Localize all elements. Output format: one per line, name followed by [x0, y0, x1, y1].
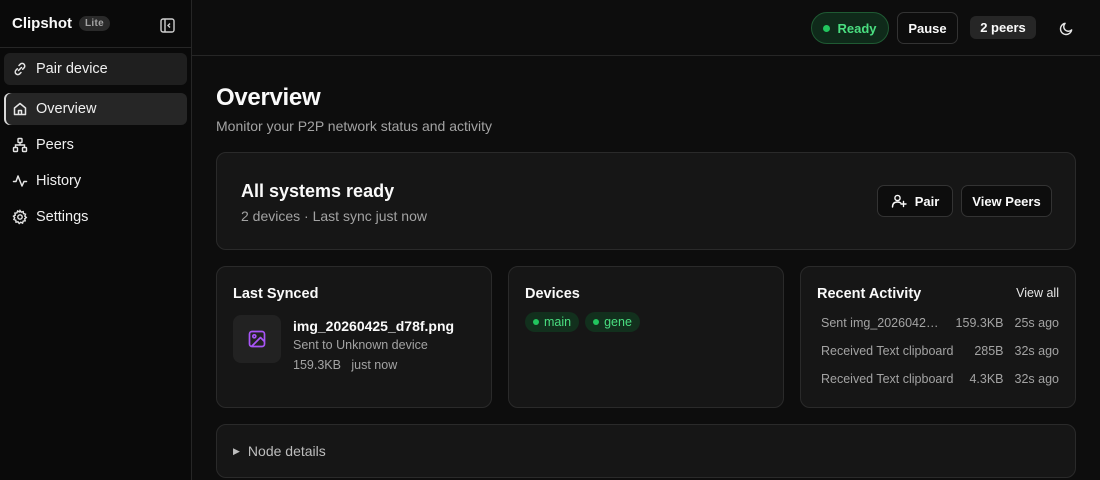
brand-badge: Lite — [79, 16, 110, 31]
node-details-toggle[interactable]: ▶ Node details — [233, 443, 326, 459]
card-title: Devices — [525, 286, 580, 302]
image-file-icon — [233, 315, 281, 363]
activity-row[interactable]: Sent img_20260425_d78f.png 159.3KB 25s a… — [821, 316, 1059, 332]
sidebar-item-settings[interactable]: Settings — [4, 201, 187, 233]
status-title: All systems ready — [241, 181, 395, 201]
devices-card: Devices main gene — [508, 266, 784, 408]
device-list: main gene — [525, 312, 640, 332]
sidebar-item-peers[interactable]: Peers — [4, 129, 187, 161]
device-chip[interactable]: gene — [585, 312, 640, 332]
link-icon — [12, 61, 28, 77]
activity-time: 25s ago — [1014, 316, 1059, 330]
node-details-panel: ▶ Node details — [216, 424, 1076, 478]
gear-icon — [12, 209, 28, 225]
online-dot — [593, 319, 600, 325]
activity-desc: Received Text clipboard — [821, 344, 954, 358]
user-plus-icon — [891, 193, 907, 209]
status-label: Ready — [837, 20, 877, 36]
sidebar-item-label: History — [36, 173, 82, 189]
activity-row[interactable]: Received Text clipboard 285B 32s ago — [821, 344, 1059, 360]
peers-count-badge[interactable]: 2 peers — [970, 16, 1036, 39]
pair-device-button[interactable]: Pair device — [4, 53, 187, 85]
card-title: Recent Activity — [817, 286, 922, 302]
activity-size: 285B — [974, 344, 1004, 358]
file-name: img_20260425_d78f.png — [293, 318, 455, 334]
file-meta: 159.3KB just now — [293, 358, 398, 372]
activity-size: 4.3KB — [969, 372, 1004, 386]
file-destination: Sent to Unknown device — [293, 338, 428, 352]
status-subtitle: 2 devices · Last sync just now — [241, 208, 427, 224]
moon-icon[interactable] — [1056, 18, 1076, 38]
status-badge: Ready — [811, 12, 889, 44]
view-all-link[interactable]: View all — [1016, 286, 1059, 300]
pair-button[interactable]: Pair — [877, 185, 953, 217]
sidebar: Clipshot Lite Pair device Overview Peers… — [0, 0, 192, 480]
online-dot — [533, 319, 539, 325]
sidebar-item-history[interactable]: History — [4, 165, 187, 197]
card-title: Last Synced — [233, 286, 319, 302]
brand-name: Clipshot — [12, 15, 72, 32]
activity-desc: Sent img_20260425_d78f.png — [821, 316, 943, 330]
pair-button-label: Pair — [914, 193, 940, 209]
activity-icon — [12, 173, 28, 189]
sidebar-item-label: Peers — [36, 137, 74, 153]
status-card: All systems ready 2 devices · Last sync … — [216, 152, 1076, 250]
activity-size: 159.3KB — [955, 316, 1004, 330]
device-name: gene — [604, 315, 632, 329]
activity-time: 32s ago — [1014, 372, 1059, 386]
device-name: main — [544, 315, 572, 329]
activity-desc: Received Text clipboard — [821, 372, 954, 386]
sidebar-item-overview[interactable]: Overview — [4, 93, 187, 125]
recent-activity-card: Recent Activity View all Sent img_202604… — [800, 266, 1076, 408]
activity-row[interactable]: Received Text clipboard 4.3KB 32s ago — [821, 372, 1059, 388]
home-icon — [12, 101, 28, 117]
node-details-label: Node details — [247, 443, 326, 459]
pause-button[interactable]: Pause — [897, 12, 958, 44]
collapse-sidebar-icon[interactable] — [158, 16, 176, 34]
sidebar-item-label: Overview — [36, 101, 97, 117]
pair-device-label: Pair device — [36, 61, 108, 77]
last-synced-card: Last Synced img_20260425_d78f.png Sent t… — [216, 266, 492, 408]
status-dot — [823, 24, 831, 32]
view-peers-button[interactable]: View Peers — [961, 185, 1052, 217]
topbar — [192, 0, 1100, 56]
caret-right-icon: ▶ — [233, 445, 240, 456]
network-icon — [12, 137, 28, 153]
page-subtitle: Monitor your P2P network status and acti… — [216, 118, 492, 134]
page-title: Overview — [216, 84, 321, 111]
sidebar-item-label: Settings — [36, 209, 89, 225]
device-chip[interactable]: main — [525, 312, 580, 332]
activity-time: 32s ago — [1014, 344, 1059, 358]
